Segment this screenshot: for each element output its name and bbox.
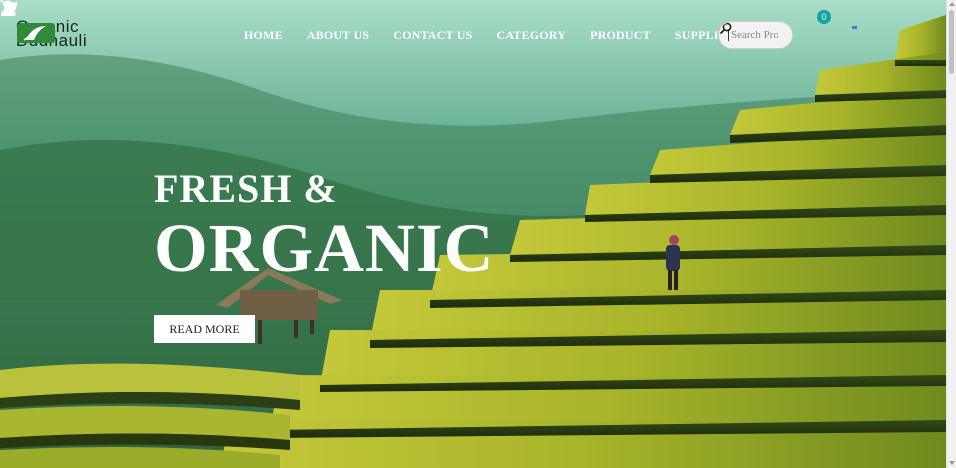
search-icon[interactable] bbox=[719, 22, 732, 35]
nav-category[interactable]: CATEGORY bbox=[496, 28, 566, 43]
hero-title-line-1: FRESH & bbox=[154, 166, 338, 211]
search-input[interactable] bbox=[728, 29, 778, 41]
nav-contact-us[interactable]: CONTACT US bbox=[393, 28, 472, 43]
main-nav: HOME ABOUT US CONTACT US CATEGORY PRODUC… bbox=[232, 28, 748, 43]
leaf-logo-icon bbox=[17, 23, 55, 43]
scroll-thumb[interactable] bbox=[949, 10, 954, 74]
cart-count-badge: 0 bbox=[817, 10, 831, 24]
user-icon[interactable] bbox=[0, 0, 16, 16]
page-scrollbar[interactable] bbox=[946, 0, 956, 468]
scroll-up-arrow-icon[interactable] bbox=[949, 2, 955, 6]
nav-about-us[interactable]: ABOUT US bbox=[307, 28, 369, 43]
search-box[interactable] bbox=[718, 21, 793, 49]
scroll-down-arrow-icon[interactable] bbox=[949, 461, 955, 465]
read-more-button[interactable]: READ MORE bbox=[154, 315, 255, 343]
hero-title-line-2: ORGANIC bbox=[154, 210, 495, 286]
nav-home[interactable]: HOME bbox=[244, 28, 283, 43]
user-menu-caret-icon[interactable] bbox=[852, 26, 857, 29]
nav-product[interactable]: PRODUCT bbox=[590, 28, 651, 43]
hero-banner: Organic Dudhauli HOME ABOUT US CONTACT U… bbox=[0, 0, 946, 468]
brand-logo[interactable]: Organic Dudhauli bbox=[16, 18, 87, 49]
